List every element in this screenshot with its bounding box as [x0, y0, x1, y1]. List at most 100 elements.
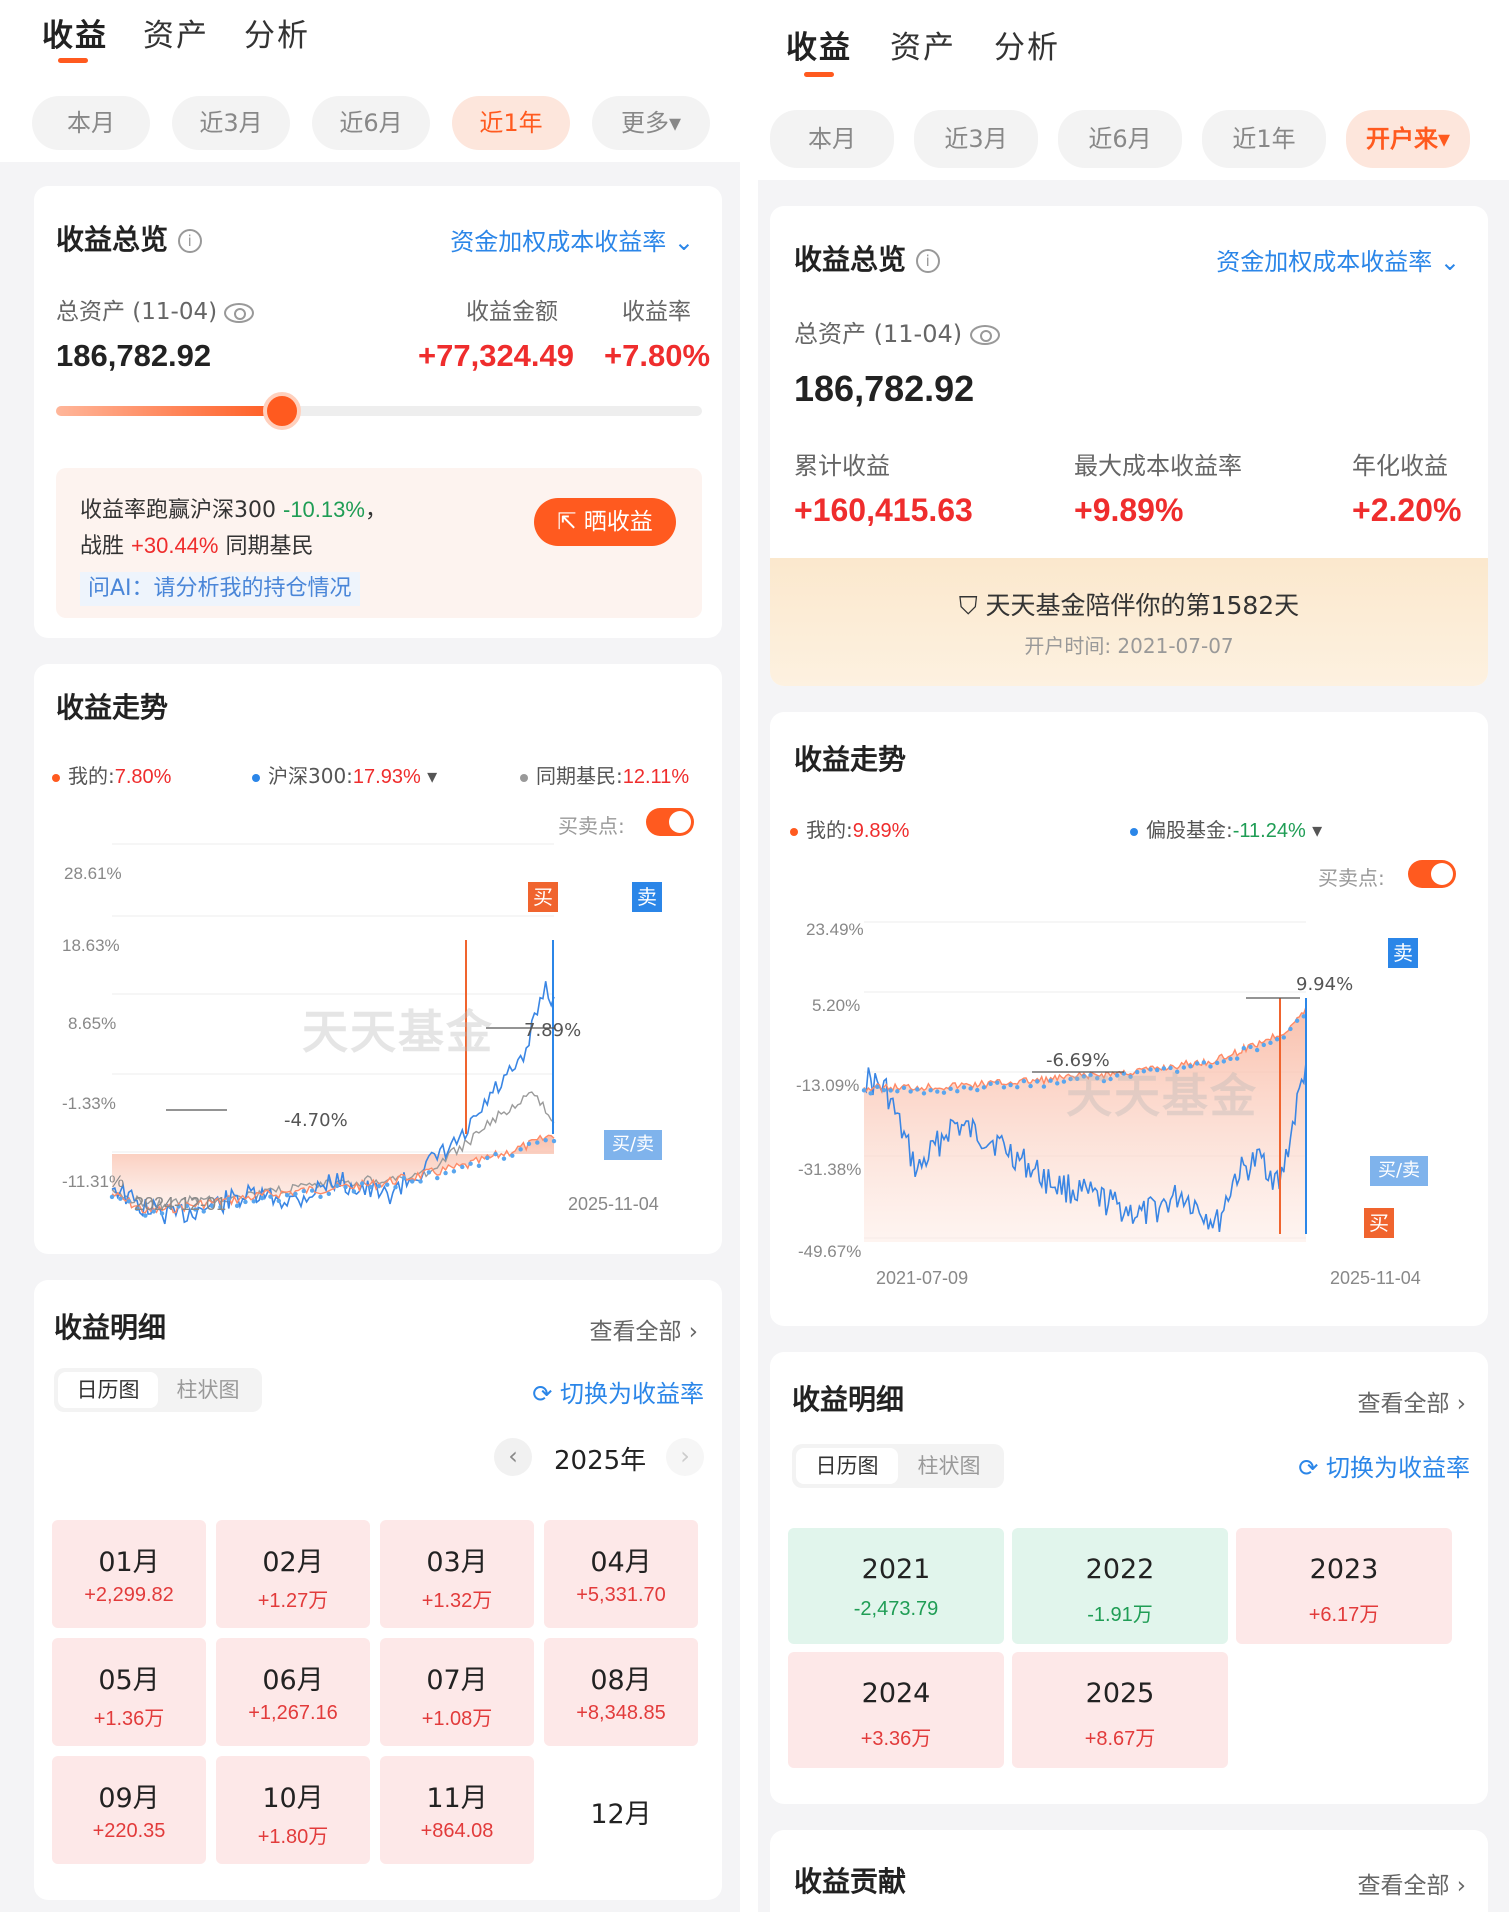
period-more-dropdown[interactable]: 更多▾	[592, 96, 710, 150]
trade-dot	[915, 1087, 920, 1092]
share-earnings-button[interactable]: ⇱ 晒收益	[534, 498, 676, 546]
compare-box: 收益率跑赢沪深300 -10.13%， 战胜 +30.44% 同期基民 ⇱ 晒收…	[56, 468, 702, 618]
trade-dot	[948, 1086, 953, 1092]
trade-dot	[118, 1196, 123, 1201]
top-nav: 收益 资产 分析 本月 近3月 近6月 近1年 更多▾	[0, 0, 740, 162]
eye-icon[interactable]	[224, 302, 255, 323]
view-all-link[interactable]: 查看全部 ›	[1357, 1384, 1466, 1418]
month-cell[interactable]: 10月 +1.80万	[216, 1756, 370, 1864]
month-cell[interactable]: 02月 +1.27万	[216, 1520, 370, 1628]
seg-calendar[interactable]: 日历图	[796, 1448, 898, 1484]
period-3-months[interactable]: 近3月	[914, 110, 1038, 168]
tab-assets[interactable]: 资产	[890, 22, 956, 67]
seg-calendar[interactable]: 日历图	[58, 1372, 158, 1408]
year-value: +8.67万	[1084, 1728, 1156, 1750]
tab-earnings[interactable]: 收益	[786, 22, 852, 67]
seg-bar[interactable]: 柱状图	[898, 1448, 1000, 1484]
buysell-tag[interactable]: 买/卖	[604, 1130, 662, 1160]
year-value: -1.91万	[1087, 1604, 1153, 1626]
info-icon[interactable]: i	[177, 229, 202, 253]
month-cell[interactable]: 06月 +1,267.16	[216, 1638, 370, 1746]
period-this-month[interactable]: 本月	[32, 96, 150, 150]
year-label: 2023	[1309, 1554, 1379, 1585]
contribution-card: 收益贡献 查看全部 ›	[770, 1830, 1488, 1912]
view-all-link[interactable]: 查看全部 ›	[589, 1312, 698, 1346]
month-cell[interactable]: 03月 +1.32万	[380, 1520, 534, 1628]
trade-dot	[1041, 1084, 1047, 1089]
trade-dot	[251, 1199, 256, 1204]
year-value: -2,473.79	[853, 1598, 939, 1620]
month-cell[interactable]: 12月	[544, 1756, 698, 1864]
trade-dot	[293, 1191, 298, 1197]
annotation-high: 7.89%	[524, 1020, 582, 1041]
buysell-tag[interactable]: 买/卖	[1370, 1156, 1428, 1186]
trade-dot	[1055, 1081, 1060, 1086]
view-all-link[interactable]: 查看全部 ›	[1357, 1866, 1466, 1900]
switch-to-rate-button[interactable]: ⟳ 切换为收益率	[1298, 1448, 1470, 1483]
tab-analysis[interactable]: 分析	[994, 22, 1060, 67]
trade-dot	[875, 1084, 880, 1090]
year-cell[interactable]: 2024 +3.36万	[788, 1652, 1004, 1768]
buy-tag[interactable]: 买	[528, 882, 558, 912]
period-since-open-dropdown[interactable]: 开户来▾	[1346, 110, 1470, 168]
refresh-icon: ⟳	[1298, 1454, 1319, 1482]
period-3-months[interactable]: 近3月	[172, 96, 290, 150]
year-cell[interactable]: 2022 -1.91万	[1012, 1528, 1228, 1644]
month-cell[interactable]: 07月 +1.08万	[380, 1638, 534, 1746]
month-cell[interactable]: 01月 +2,299.82	[52, 1520, 206, 1628]
rate-method-dropdown[interactable]: 资金加权成本收益率 ⌄	[450, 222, 694, 257]
prev-year-button[interactable]: ‹	[494, 1438, 532, 1476]
info-icon[interactable]: i	[915, 249, 940, 273]
month-label: 07月	[426, 1665, 488, 1696]
tab-assets[interactable]: 资产	[143, 10, 209, 55]
year-cell[interactable]: 2025 +8.67万	[1012, 1652, 1228, 1768]
chevron-right-icon: ›	[1456, 1873, 1466, 1899]
month-cell[interactable]: 08月 +8,348.85	[544, 1638, 698, 1746]
year-cell[interactable]: 2023 +6.17万	[1236, 1528, 1452, 1644]
period-1-year[interactable]: 近1年	[452, 96, 570, 150]
year-cell[interactable]: 2021 -2,473.79	[788, 1528, 1004, 1644]
view-segment: 日历图 柱状图	[54, 1368, 262, 1412]
month-cell[interactable]: 09月 +220.35	[52, 1756, 206, 1864]
month-cell[interactable]: 04月 +5,331.70	[544, 1520, 698, 1628]
tab-analysis[interactable]: 分析	[244, 10, 310, 55]
period-this-month[interactable]: 本月	[770, 110, 894, 168]
period-1-year[interactable]: 近1年	[1202, 110, 1326, 168]
ask-ai-link[interactable]: 问AI：请分析我的持仓情况	[80, 572, 360, 606]
rate-method-dropdown[interactable]: 资金加权成本收益率 ⌄	[1216, 242, 1460, 277]
trade-dot	[901, 1085, 907, 1090]
period-6-months[interactable]: 近6月	[312, 96, 430, 150]
y-tick: -31.38%	[798, 1160, 862, 1179]
trade-dot	[385, 1182, 390, 1187]
y-tick: 5.20%	[812, 996, 861, 1015]
sell-tag[interactable]: 卖	[632, 882, 662, 912]
switch-to-rate-button[interactable]: ⟳ 切换为收益率	[532, 1374, 704, 1409]
trade-dot	[921, 1091, 927, 1096]
trade-dot	[109, 1194, 115, 1200]
buy-tag[interactable]: 买	[1364, 1208, 1394, 1238]
tab-earnings[interactable]: 收益	[42, 10, 108, 55]
month-cell[interactable]: 05月 +1.36万	[52, 1638, 206, 1746]
next-year-button[interactable]: ›	[666, 1438, 704, 1476]
trade-dot	[1035, 1079, 1040, 1084]
shield-check-icon: ⛉	[958, 591, 978, 620]
month-value: +2,299.82	[84, 1584, 174, 1606]
eye-icon[interactable]	[969, 325, 1000, 345]
period-6-months[interactable]: 近6月	[1058, 110, 1182, 168]
trade-dot	[535, 1140, 540, 1145]
trade-dot	[968, 1086, 973, 1091]
top-nav: 收益 资产 分析 本月 近3月 近6月 近1年 开户来▾	[758, 0, 1509, 180]
detail-card: 收益明细 查看全部 › 日历图 柱状图 ⟳ 切换为收益率 ‹ 2025年 › 0…	[34, 1280, 722, 1900]
month-cell[interactable]: 11月 +864.08	[380, 1756, 534, 1864]
month-value: +864.08	[420, 1820, 494, 1842]
trade-dot	[276, 1198, 281, 1204]
tab-active-indicator	[58, 58, 88, 63]
trade-dot	[318, 1194, 323, 1200]
trade-dot	[1274, 1037, 1280, 1042]
seg-bar[interactable]: 柱状图	[158, 1372, 258, 1408]
trade-dot	[501, 1156, 507, 1161]
overview-card: 收益总览 i 资金加权成本收益率 ⌄ 总资产 (11-04) 186,782.9…	[770, 206, 1488, 686]
trade-dot	[1028, 1083, 1033, 1089]
month-value: +1.80万	[257, 1826, 329, 1848]
sell-tag[interactable]: 卖	[1388, 938, 1418, 968]
